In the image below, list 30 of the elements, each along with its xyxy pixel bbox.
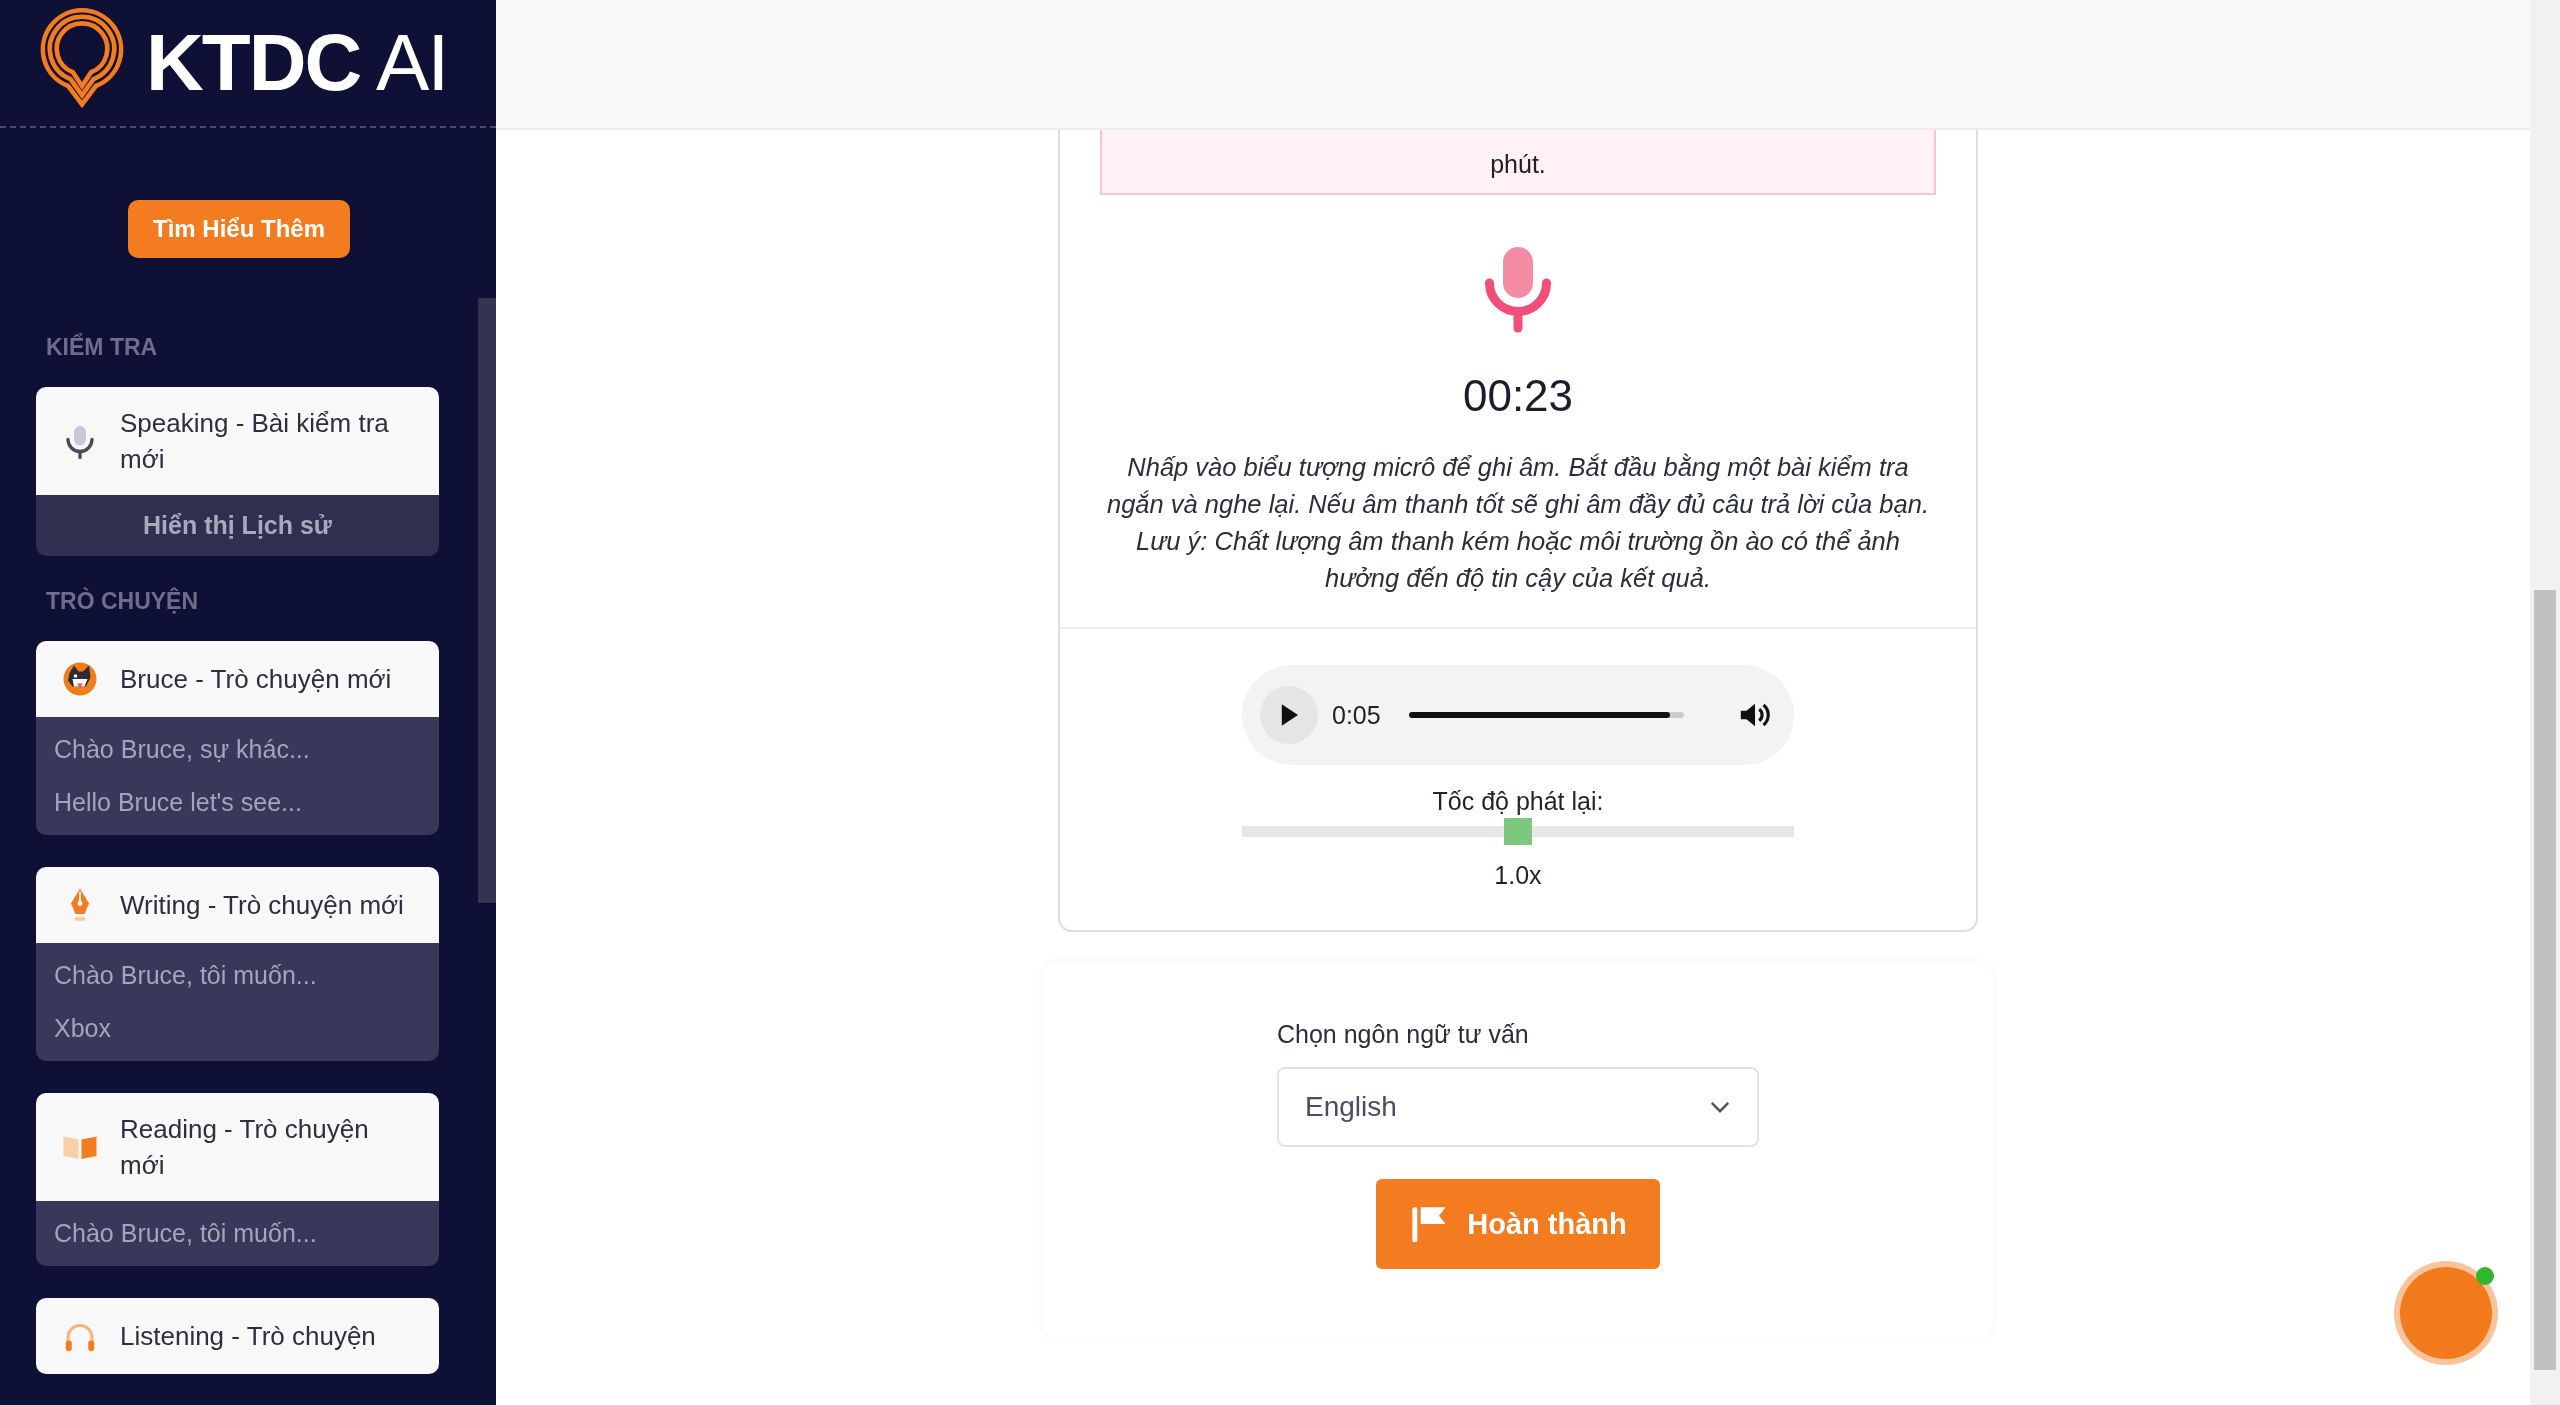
speed-label: Tốc độ phát lại: [1432, 787, 1604, 816]
logo-text: KTDC AI [146, 23, 448, 103]
language-label: Chọn ngôn ngữ tư vấn [1277, 1020, 1529, 1049]
play-icon [1280, 704, 1298, 726]
language-dropdown[interactable]: English [1277, 1067, 1759, 1147]
chat-item[interactable]: Speaking - Bài kiểm tra mới [36, 387, 439, 495]
show-history-button[interactable]: Hiển thị Lịch sử [36, 495, 439, 556]
scrollbar[interactable] [2530, 0, 2560, 1405]
history-item[interactable]: Chào Bruce, sự khác... [36, 723, 439, 776]
section-heading: TRÒ CHUYỆN [46, 588, 200, 615]
chat-item[interactable]: Listening - Trò chuyện [36, 1298, 439, 1374]
notice-text: phút. [1100, 130, 1936, 195]
section-heading: KIỂM TRA [46, 334, 159, 361]
scrollbar-thumb[interactable] [2534, 590, 2556, 1370]
speed-slider[interactable] [1242, 818, 1794, 845]
playback-time: 0:05 [1332, 700, 1381, 730]
chevron-down-icon [1709, 1100, 1731, 1114]
slider-thumb[interactable] [1504, 818, 1532, 845]
recording-timer: 00:23 [1462, 371, 1574, 421]
history-item[interactable]: Xbox [36, 1002, 439, 1055]
history-item[interactable]: Chào Bruce, tôi muốn... [36, 1207, 439, 1260]
speed-value: 1.0x [1494, 861, 1542, 890]
instruction-text: Nhấp vào biểu tượng micrô để ghi âm. Bắt đầu bằng một bài kiểm tra ngắn và nghe lại. Nếu âm thanh tốt sẽ ghi âm đầy đủ câu trả lời của bạn. Lưu ý: Chất lượng âm thanh kém hoặc môi trường ồn ào có thể ảnh hưởng đến độ tin cậy của kết quả. [1106, 452, 1930, 594]
chat-item[interactable]: Bruce - Trò chuyện mới [36, 641, 439, 717]
scrollbar-thumb[interactable] [478, 298, 496, 903]
chat-item[interactable]: Writing - Trò chuyện mới [36, 867, 439, 943]
history-item[interactable]: Hello Bruce let's see... [36, 776, 439, 829]
history-item[interactable]: Chào Bruce, tôi muốn... [36, 949, 439, 1002]
chat-item[interactable]: Reading - Trò chuyện mới [36, 1093, 439, 1201]
dog-avatar-icon [62, 661, 98, 697]
